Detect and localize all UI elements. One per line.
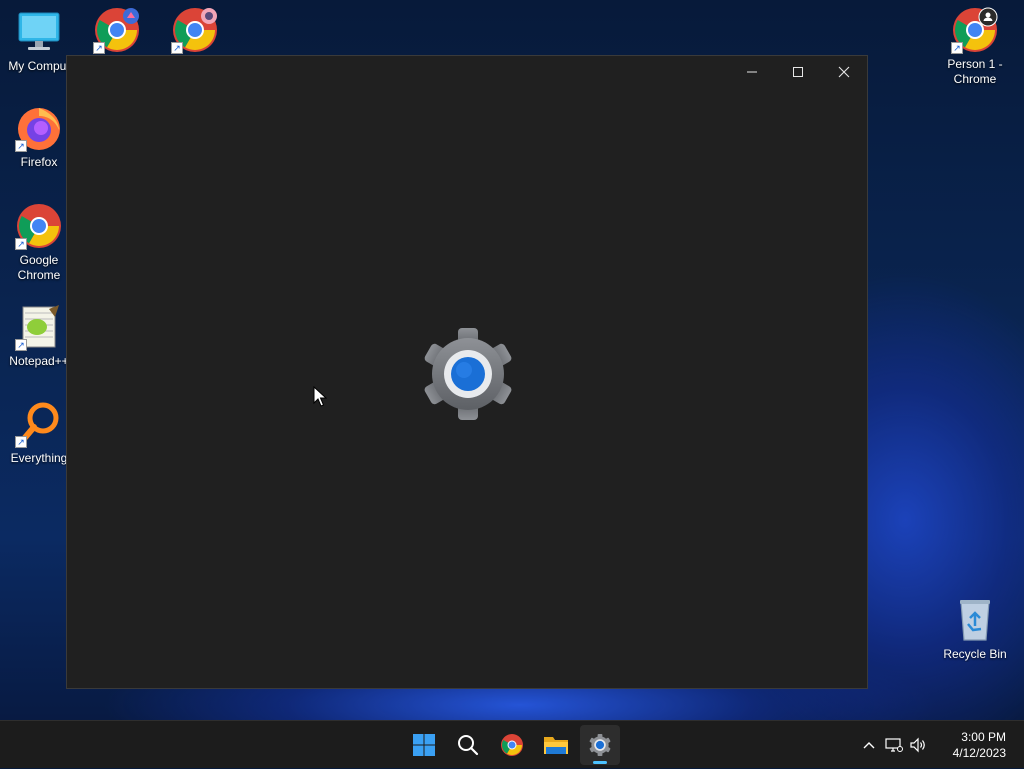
settings-window[interactable] [66, 55, 868, 689]
windows-logo-icon [413, 734, 435, 756]
recycle-bin-icon [951, 596, 999, 644]
search-icon [458, 735, 479, 756]
shortcut-arrow-icon: ↗ [93, 42, 105, 54]
active-indicator [593, 761, 607, 764]
shortcut-arrow-icon: ↗ [15, 238, 27, 250]
clock[interactable]: 3:00 PM 4/12/2023 [953, 729, 1006, 761]
desktop-icon-chrome-profile-b[interactable]: ↗ [156, 6, 234, 57]
desktop-icon-person1-chrome[interactable]: ↗ Person 1 - Chrome [936, 6, 1014, 87]
shortcut-arrow-icon: ↗ [15, 436, 27, 448]
taskbar-file-explorer-button[interactable] [536, 725, 576, 765]
maximize-icon [793, 67, 803, 77]
desktop-icon-chrome-profile-a[interactable]: ↗ [78, 6, 156, 57]
maximize-button[interactable] [775, 56, 821, 88]
taskbar: 3:00 PM 4/12/2023 [0, 720, 1024, 768]
search-button[interactable] [448, 725, 488, 765]
notepadpp-icon: ↗ [15, 303, 63, 351]
clock-time: 3:00 PM [961, 730, 1006, 744]
network-icon [885, 738, 903, 752]
show-hidden-icons-button[interactable] [856, 729, 882, 761]
chrome-icon [501, 734, 523, 756]
gear-icon [589, 733, 611, 757]
close-button[interactable] [821, 56, 867, 88]
everything-icon: ↗ [15, 400, 63, 448]
network-button[interactable] [882, 729, 906, 761]
computer-icon [15, 8, 63, 56]
gear-icon [418, 324, 518, 424]
chrome-profile-icon: ↗ [171, 6, 219, 54]
minimize-icon [747, 71, 757, 73]
chrome-profile-icon: ↗ [951, 6, 999, 54]
shortcut-arrow-icon: ↗ [951, 42, 963, 54]
system-tray [856, 721, 930, 769]
chrome-profile-icon: ↗ [93, 6, 141, 54]
firefox-icon: ↗ [15, 104, 63, 152]
chrome-icon: ↗ [15, 202, 63, 250]
shortcut-arrow-icon: ↗ [171, 42, 183, 54]
desktop-icon-label: Person 1 - Chrome [947, 57, 1003, 86]
close-icon [838, 66, 850, 78]
desktop-icon-label: Recycle Bin [943, 647, 1007, 661]
volume-icon [910, 737, 925, 753]
desktop-icon-recycle-bin[interactable]: Recycle Bin [936, 596, 1014, 662]
shortcut-arrow-icon: ↗ [15, 339, 27, 351]
chevron-up-icon [863, 742, 875, 749]
shortcut-arrow-icon: ↗ [15, 140, 27, 152]
volume-button[interactable] [906, 729, 930, 761]
minimize-button[interactable] [729, 56, 775, 88]
clock-date: 4/12/2023 [952, 746, 1006, 760]
taskbar-chrome-button[interactable] [492, 725, 532, 765]
mouse-cursor-icon [313, 385, 328, 408]
folder-icon [544, 737, 568, 754]
taskbar-settings-button[interactable] [580, 725, 620, 765]
start-button[interactable] [404, 725, 444, 765]
